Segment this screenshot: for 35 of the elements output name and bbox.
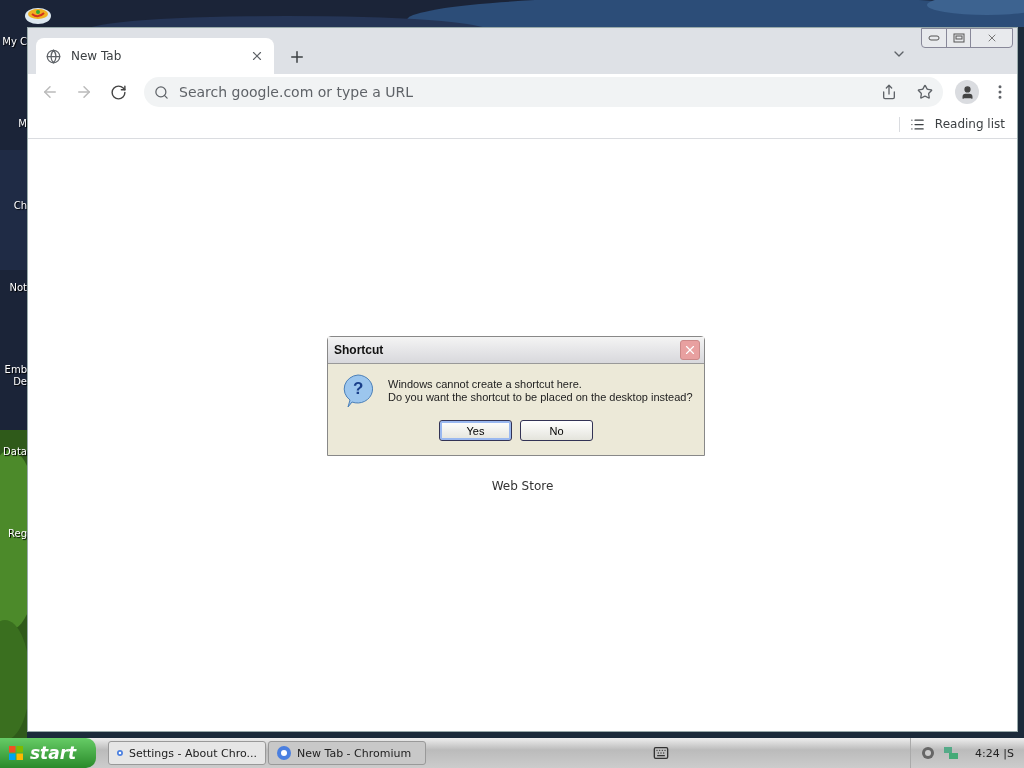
forward-arrow-icon (75, 83, 93, 101)
star-icon[interactable] (917, 84, 933, 100)
close-icon[interactable] (250, 49, 264, 63)
share-icon[interactable] (881, 84, 897, 100)
clock: 4:24 |S (975, 746, 1014, 760)
list-icon (909, 116, 925, 132)
shortcut-label: Web Store (491, 479, 554, 493)
dialog-button[interactable]: Yes (439, 420, 512, 441)
dialog-message: Do you want the shortcut to be placed on the desktop instead? (388, 391, 693, 404)
question-mark: ? (353, 379, 363, 399)
person-icon (959, 84, 975, 100)
close-icon (683, 343, 697, 357)
dialog-button[interactable]: No (520, 420, 593, 441)
taskbar-button[interactable]: New Tab - Chromium (268, 741, 426, 765)
dialog-message: Windows cannot create a shortcut here. (388, 378, 583, 391)
restore-icon (952, 33, 965, 43)
dialog-title: Shortcut (334, 343, 384, 357)
globe-icon (46, 48, 61, 64)
new-tab-button[interactable] (288, 48, 306, 66)
bowl-icon[interactable] (24, 7, 52, 25)
search-icon (154, 84, 169, 100)
reload-icon (109, 83, 127, 101)
taskbar-button[interactable]: Settings - About Chro... (108, 741, 266, 765)
browser-tab[interactable]: New Tab (36, 38, 274, 74)
speech-bubble-icon (342, 374, 374, 408)
search-field[interactable]: Search google.com or type a URL (177, 83, 873, 101)
reading-list-button[interactable]: Reading list (898, 116, 1005, 132)
profile-button[interactable] (955, 80, 979, 104)
windows-logo-icon (8, 745, 24, 761)
minimize-icon (928, 35, 940, 41)
browser-logo-icon (277, 746, 291, 760)
tab-title: New Tab (71, 49, 123, 63)
keyboard-icon[interactable] (653, 745, 670, 761)
close-button[interactable] (680, 340, 700, 360)
address-bar[interactable]: Search google.com or type a URL (144, 77, 943, 107)
